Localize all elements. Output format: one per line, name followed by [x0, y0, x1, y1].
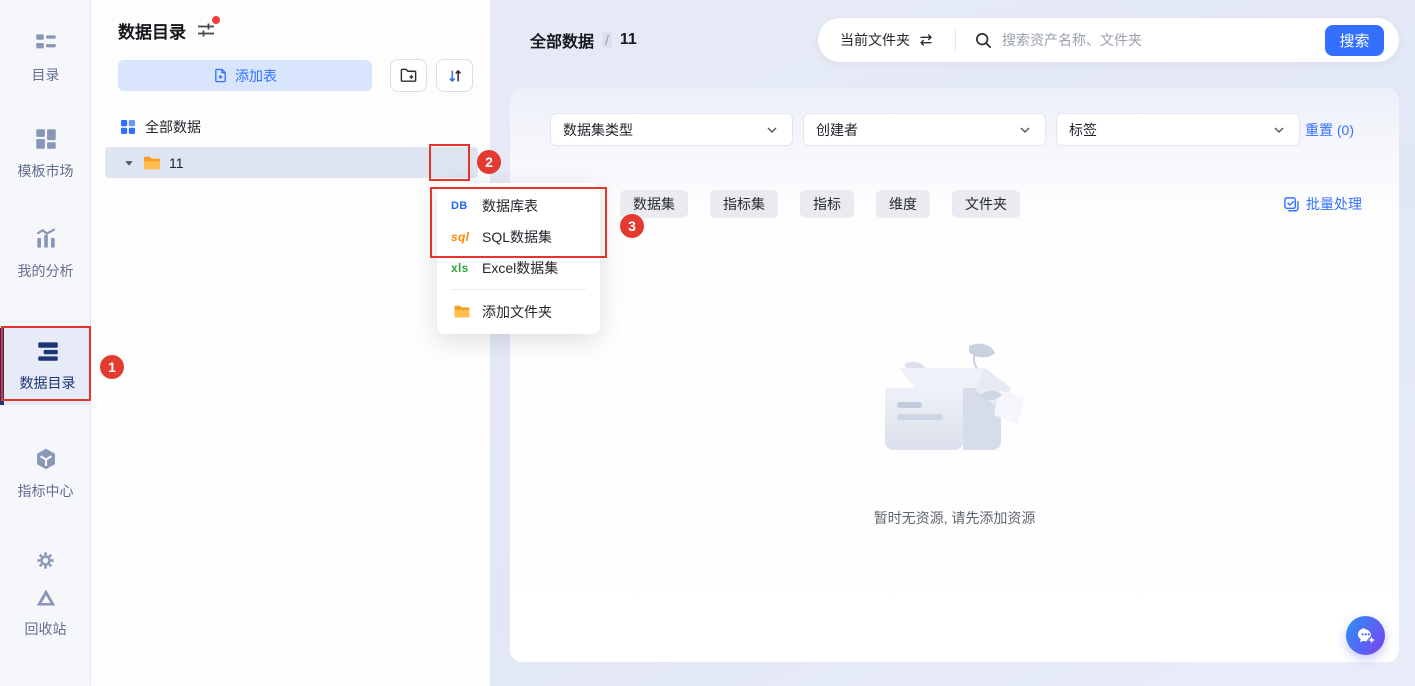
breadcrumb-current: 11	[620, 31, 637, 49]
empty-state-text: 暂时无资源, 请先添加资源	[874, 508, 1036, 528]
chevron-down-icon	[1017, 122, 1033, 138]
select-value: 标签	[1069, 120, 1097, 140]
sort-button[interactable]	[436, 59, 473, 92]
metric-center-icon	[33, 446, 59, 472]
select-value: 创建者	[816, 120, 858, 140]
breadcrumb-separator: /	[602, 32, 612, 48]
panel-title: 数据目录	[118, 18, 186, 43]
batch-process-label: 批量处理	[1306, 194, 1362, 214]
search-input[interactable]	[1002, 32, 1325, 48]
search-icon	[974, 31, 993, 50]
empty-state: 暂时无资源, 请先添加资源	[510, 340, 1399, 528]
dataset-type-select[interactable]: 数据集类型	[550, 113, 793, 146]
sidebar-item-recycle-bin[interactable]: 回收站	[0, 586, 91, 639]
menu-divider	[451, 289, 586, 290]
my-analysis-icon	[33, 226, 59, 252]
search-toolbar: 当前文件夹 搜索	[818, 18, 1399, 62]
select-value: 数据集类型	[563, 120, 633, 140]
chevron-down-icon	[764, 122, 780, 138]
menu-item-database-table[interactable]: DB 数据库表	[437, 190, 600, 221]
menu-item-label: 数据库表	[482, 196, 538, 216]
chip-folder[interactable]: 文件夹	[952, 190, 1020, 218]
data-catalog-icon	[35, 338, 61, 364]
doc-plus-icon	[213, 68, 228, 83]
data-catalog-panel: 数据目录 添加表 全部数据 11 +	[91, 0, 490, 686]
sql-icon: sql	[451, 230, 473, 244]
creator-select[interactable]: 创建者	[803, 113, 1046, 146]
swap-icon	[917, 31, 935, 49]
sidebar-item-label: 数据目录	[20, 373, 76, 393]
app-window: 目录 模板市场 我的分析 数据目录 指标中心 回收站 数据目录	[0, 0, 1415, 686]
sidebar-item-settings[interactable]	[0, 549, 91, 572]
folder-plus-icon	[399, 66, 418, 85]
menu-item-label: 添加文件夹	[482, 302, 552, 322]
batch-check-icon	[1283, 196, 1300, 213]
add-resource-dropdown-menu: DB 数据库表 sql SQL数据集 xls Excel数据集 添加文件夹	[437, 183, 600, 334]
sidebar-item-catalog[interactable]: 目录	[0, 30, 91, 85]
xls-icon: xls	[451, 261, 473, 275]
sidebar-item-label: 模板市场	[18, 161, 74, 181]
sidebar-item-metric-center[interactable]: 指标中心	[0, 446, 91, 501]
batch-process-button[interactable]: 批量处理	[1283, 194, 1362, 214]
tree-root-label: 全部数据	[145, 117, 201, 137]
chevron-down-icon	[1271, 122, 1287, 138]
gear-icon	[34, 549, 57, 572]
breadcrumb: 全部数据 / 11	[530, 28, 637, 52]
panel-settings-button[interactable]	[196, 20, 218, 42]
folder-icon	[451, 304, 473, 319]
template-market-icon	[33, 126, 59, 152]
chip-metric[interactable]: 指标	[800, 190, 854, 218]
add-table-button[interactable]: 添加表	[118, 60, 372, 91]
main-content: 全部数据 / 11 当前文件夹 搜索 数据集类型 创建者	[490, 0, 1415, 686]
reset-filters-link[interactable]: 重置 (0)	[1305, 120, 1354, 140]
sidebar-item-label: 指标中心	[18, 481, 74, 501]
breadcrumb-root[interactable]: 全部数据	[530, 28, 594, 52]
annotation-badge-1: 1	[100, 355, 124, 379]
add-folder-button[interactable]	[390, 59, 427, 92]
all-data-grid-icon	[120, 119, 136, 135]
sidebar-item-template-market[interactable]: 模板市场	[0, 126, 91, 181]
sidebar-item-my-analysis[interactable]: 我的分析	[0, 226, 91, 281]
sidebar-item-label: 回收站	[25, 619, 67, 639]
tag-select[interactable]: 标签	[1056, 113, 1300, 146]
sidebar-item-data-catalog[interactable]: 数据目录	[0, 328, 91, 405]
current-folder-toggle[interactable]: 当前文件夹	[818, 30, 955, 50]
folder-icon	[143, 155, 161, 171]
chat-sparkle-icon	[1354, 624, 1378, 648]
search-button[interactable]: 搜索	[1325, 25, 1384, 56]
caret-down-icon[interactable]	[123, 157, 135, 169]
tree-root-all-data[interactable]: 全部数据	[105, 111, 478, 142]
empty-box-illustration	[865, 340, 1045, 480]
sidebar-item-label: 目录	[32, 65, 60, 85]
tree-folder-label: 11	[169, 155, 184, 171]
menu-item-add-folder[interactable]: 添加文件夹	[437, 296, 600, 327]
menu-item-label: Excel数据集	[482, 258, 558, 278]
ai-chat-fab[interactable]	[1346, 616, 1385, 655]
annotation-badge-3: 3	[620, 214, 644, 238]
menu-item-excel-dataset[interactable]: xls Excel数据集	[437, 252, 600, 283]
current-folder-label: 当前文件夹	[840, 30, 910, 50]
recycle-bin-icon	[34, 586, 58, 610]
chip-metric-set[interactable]: 指标集	[710, 190, 778, 218]
annotation-badge-2: 2	[477, 150, 501, 174]
tree-folder-row[interactable]: 11	[105, 147, 478, 178]
left-nav-rail: 目录 模板市场 我的分析 数据目录 指标中心 回收站	[0, 0, 91, 686]
asset-type-chips: 数据集 指标集 指标 维度 文件夹	[620, 190, 1020, 218]
sort-icon	[446, 67, 464, 85]
chip-dimension[interactable]: 维度	[876, 190, 930, 218]
menu-item-label: SQL数据集	[482, 227, 552, 247]
asset-list-card: 数据集类型 创建者 标签 重置 (0) 数据集 指标集 指标 维度 文件夹	[510, 88, 1399, 662]
catalog-icon	[33, 30, 59, 56]
menu-item-sql-dataset[interactable]: sql SQL数据集	[437, 221, 600, 252]
notification-dot	[212, 16, 220, 24]
add-table-label: 添加表	[235, 66, 277, 86]
db-icon: DB	[451, 200, 473, 212]
sidebar-item-label: 我的分析	[18, 261, 74, 281]
